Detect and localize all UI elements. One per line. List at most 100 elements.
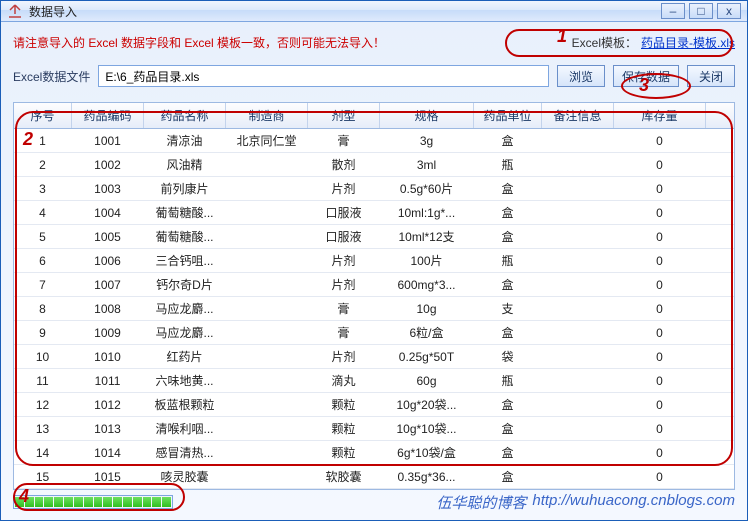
window-title: 数据导入 <box>29 3 661 20</box>
cell-spec: 10ml*12支 <box>380 228 474 245</box>
cell-unit: 瓶 <box>474 372 542 389</box>
cell-idx: 2 <box>14 158 72 172</box>
cell-stock: 0 <box>614 134 706 148</box>
blog-url[interactable]: http://wuhuacong.cnblogs.com <box>532 492 735 513</box>
cell-name: 三合钙咀... <box>144 252 226 269</box>
table-row[interactable]: 121012板蓝根颗粒颗粒10g*20袋...盒0 <box>14 393 734 417</box>
cell-code: 1007 <box>72 278 144 292</box>
cell-unit: 支 <box>474 300 542 317</box>
save-button[interactable]: 保存数据 <box>613 65 679 87</box>
data-table: 序号药品编码药品名称制造商剂型规格药品单位备注信息库存量 11001清凉油北京同… <box>13 102 735 490</box>
table-row[interactable]: 111011六味地黄...滴丸60g瓶0 <box>14 369 734 393</box>
cell-stock: 0 <box>614 254 706 268</box>
cell-stock: 0 <box>614 326 706 340</box>
cell-code: 1010 <box>72 350 144 364</box>
file-label: Excel数据文件 <box>13 68 90 85</box>
cell-name: 风油精 <box>144 156 226 173</box>
cell-stock: 0 <box>614 350 706 364</box>
cell-stock: 0 <box>614 158 706 172</box>
cell-form: 膏 <box>308 132 380 149</box>
cell-unit: 瓶 <box>474 252 542 269</box>
cell-name: 马应龙麝... <box>144 300 226 317</box>
column-header[interactable]: 规格 <box>380 103 474 128</box>
table-row[interactable]: 61006三合钙咀...片剂100片瓶0 <box>14 249 734 273</box>
maximize-button[interactable]: □ <box>689 3 713 19</box>
cell-spec: 0.35g*36... <box>380 470 474 484</box>
column-header[interactable]: 库存量 <box>614 103 706 128</box>
cell-idx: 15 <box>14 470 72 484</box>
cell-unit: 盒 <box>474 396 542 413</box>
minimize-button[interactable]: – <box>661 3 685 19</box>
cell-spec: 0.25g*50T <box>380 350 474 364</box>
template-link[interactable]: 药品目录-模板.xls <box>641 34 735 51</box>
cell-unit: 盒 <box>474 444 542 461</box>
cell-stock: 0 <box>614 230 706 244</box>
cell-name: 马应龙麝... <box>144 324 226 341</box>
column-header[interactable]: 药品编码 <box>72 103 144 128</box>
close-window-button[interactable]: x <box>717 3 741 19</box>
cell-idx: 3 <box>14 182 72 196</box>
column-header[interactable]: 备注信息 <box>542 103 614 128</box>
cell-code: 1013 <box>72 422 144 436</box>
template-label: Excel模板： <box>572 34 637 51</box>
table-row[interactable]: 51005葡萄糖酸...口服液10ml*12支盒0 <box>14 225 734 249</box>
cell-spec: 10g*10袋... <box>380 420 474 437</box>
table-row[interactable]: 31003前列康片片剂0.5g*60片盒0 <box>14 177 734 201</box>
table-row[interactable]: 81008马应龙麝...膏10g支0 <box>14 297 734 321</box>
column-header[interactable]: 剂型 <box>308 103 380 128</box>
cell-idx: 10 <box>14 350 72 364</box>
table-row[interactable]: 91009马应龙麝...膏6粒/盒盒0 <box>14 321 734 345</box>
cell-code: 1002 <box>72 158 144 172</box>
cell-name: 清喉利咽... <box>144 420 226 437</box>
cell-code: 1015 <box>72 470 144 484</box>
cell-idx: 13 <box>14 422 72 436</box>
cell-spec: 6粒/盒 <box>380 324 474 341</box>
browse-button[interactable]: 浏览 <box>557 65 605 87</box>
cell-form: 片剂 <box>308 276 380 293</box>
cell-name: 葡萄糖酸... <box>144 204 226 221</box>
footer: 伍华聪的博客 http://wuhuacong.cnblogs.com <box>13 490 735 514</box>
table-row[interactable]: 11001清凉油北京同仁堂膏3g盒0 <box>14 129 734 153</box>
cell-unit: 盒 <box>474 324 542 341</box>
cell-idx: 4 <box>14 206 72 220</box>
cell-name: 板蓝根颗粒 <box>144 396 226 413</box>
table-row[interactable]: 41004葡萄糖酸...口服液10ml:1g*...盒0 <box>14 201 734 225</box>
credits: 伍华聪的博客 http://wuhuacong.cnblogs.com <box>436 492 735 513</box>
column-header[interactable]: 药品单位 <box>474 103 542 128</box>
file-path-input[interactable] <box>98 65 549 87</box>
table-row[interactable]: 21002风油精散剂3ml瓶0 <box>14 153 734 177</box>
cell-maker: 北京同仁堂 <box>226 132 308 149</box>
cell-name: 清凉油 <box>144 132 226 149</box>
table-row[interactable]: 141014感冒清热...颗粒6g*10袋/盒盒0 <box>14 441 734 465</box>
column-header[interactable]: 序号 <box>14 103 72 128</box>
cell-code: 1004 <box>72 206 144 220</box>
cell-spec: 10g <box>380 302 474 316</box>
cell-name: 红药片 <box>144 348 226 365</box>
blog-name: 伍华聪的博客 <box>436 492 526 513</box>
table-row[interactable]: 71007钙尔奇D片片剂600mg*3...盒0 <box>14 273 734 297</box>
close-button[interactable]: 关闭 <box>687 65 735 87</box>
cell-stock: 0 <box>614 374 706 388</box>
window-buttons: – □ x <box>661 3 741 19</box>
cell-form: 片剂 <box>308 252 380 269</box>
column-header[interactable]: 药品名称 <box>144 103 226 128</box>
cell-code: 1009 <box>72 326 144 340</box>
table-row[interactable]: 151015咳灵胶囊软胶囊0.35g*36...盒0 <box>14 465 734 489</box>
cell-form: 散剂 <box>308 156 380 173</box>
cell-form: 口服液 <box>308 204 380 221</box>
table-header: 序号药品编码药品名称制造商剂型规格药品单位备注信息库存量 <box>14 103 734 129</box>
column-header[interactable]: 制造商 <box>226 103 308 128</box>
cell-form: 颗粒 <box>308 396 380 413</box>
cell-code: 1001 <box>72 134 144 148</box>
cell-idx: 6 <box>14 254 72 268</box>
cell-spec: 6g*10袋/盒 <box>380 444 474 461</box>
table-body[interactable]: 11001清凉油北京同仁堂膏3g盒021002风油精散剂3ml瓶031003前列… <box>14 129 734 489</box>
table-row[interactable]: 131013清喉利咽...颗粒10g*10袋...盒0 <box>14 417 734 441</box>
cell-unit: 盒 <box>474 204 542 221</box>
cell-form: 口服液 <box>308 228 380 245</box>
cell-stock: 0 <box>614 278 706 292</box>
cell-unit: 盒 <box>474 132 542 149</box>
cell-code: 1012 <box>72 398 144 412</box>
table-row[interactable]: 101010红药片片剂0.25g*50T袋0 <box>14 345 734 369</box>
cell-spec: 60g <box>380 374 474 388</box>
